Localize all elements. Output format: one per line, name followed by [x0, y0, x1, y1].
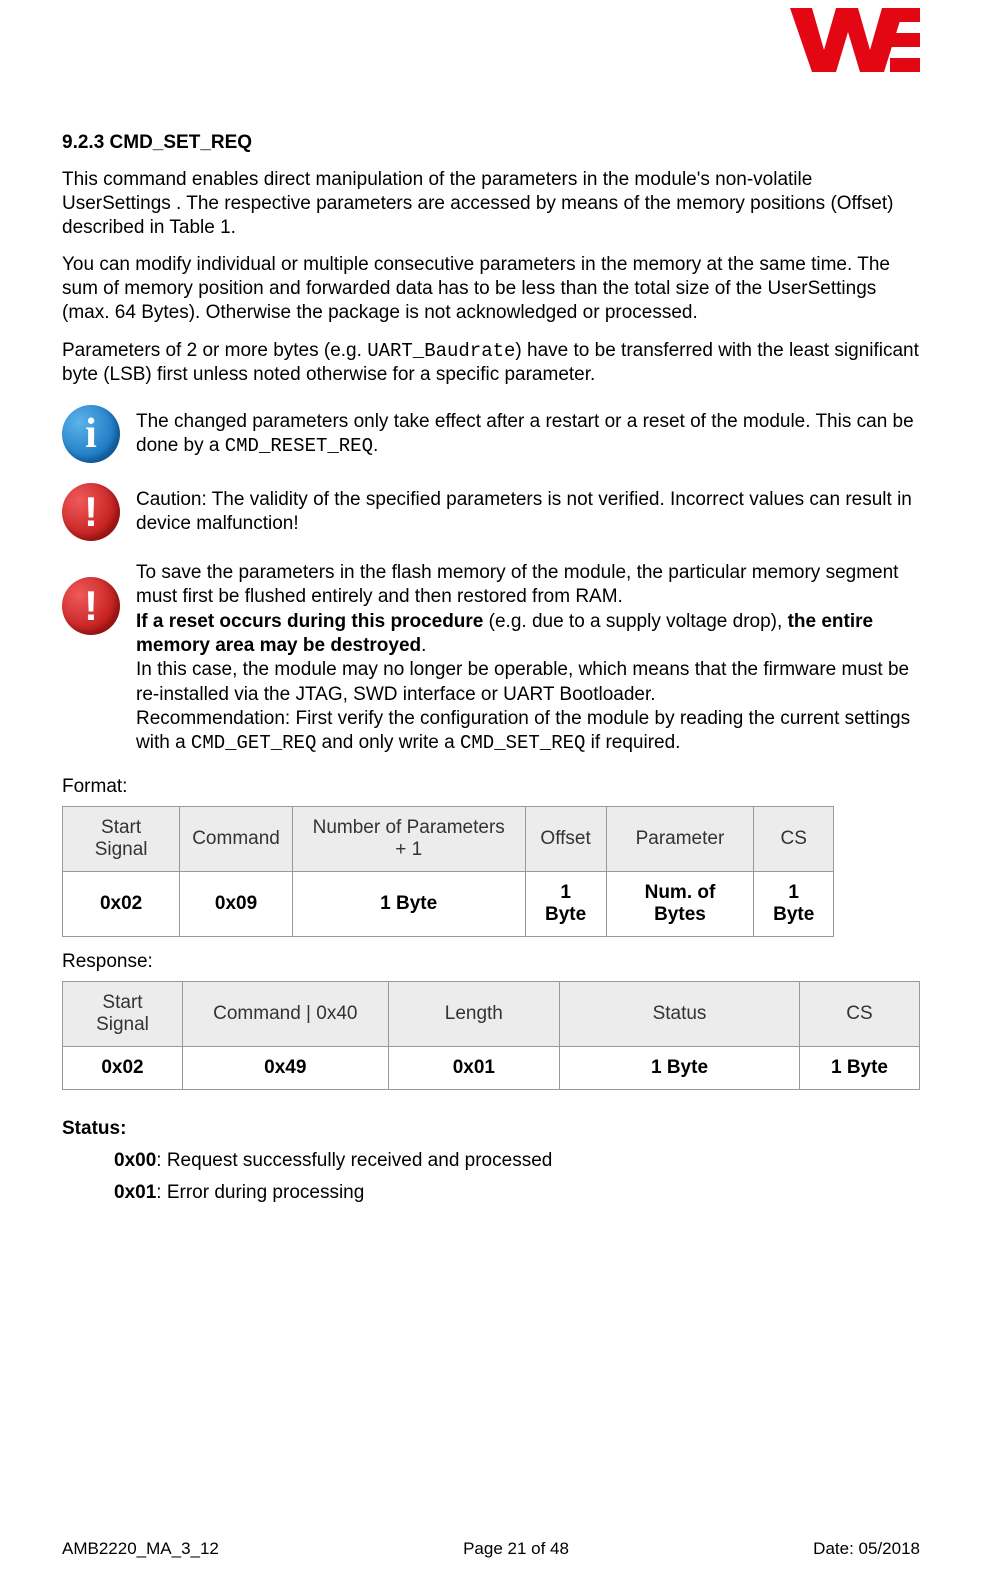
table-row: 0x02 0x09 1 Byte 1 Byte Num. of Bytes 1 … — [63, 871, 834, 936]
fmt-c5: 1 Byte — [754, 871, 834, 936]
note1-code: CMD_RESET_REQ — [225, 435, 373, 457]
footer-center: Page 21 of 48 — [463, 1539, 569, 1559]
status-code-1: 0x00 — [114, 1150, 156, 1171]
note1-tail: . — [373, 435, 378, 456]
fmt-h1: Command — [180, 806, 293, 871]
note3-code2: CMD_SET_REQ — [460, 732, 585, 754]
paragraph-3: Parameters of 2 or more bytes (e.g. UART… — [62, 339, 920, 388]
info-icon: i — [62, 405, 120, 463]
response-label: Response: — [62, 951, 920, 973]
note3-dot: . — [421, 635, 426, 656]
resp-h1: Command | 0x40 — [182, 981, 388, 1046]
table-header-row: Start Signal Command | 0x40 Length Statu… — [63, 981, 920, 1046]
resp-h2: Length — [388, 981, 559, 1046]
table-row: 0x02 0x49 0x01 1 Byte 1 Byte — [63, 1046, 920, 1089]
info-note: i The changed parameters only take effec… — [62, 405, 920, 463]
fmt-h3: Offset — [525, 806, 606, 871]
note3-code1: CMD_GET_REQ — [191, 732, 316, 754]
caution-note-1: ! Caution: The validity of the specified… — [62, 483, 920, 541]
status-text-1: : Request successfully received and proc… — [156, 1150, 552, 1171]
format-table: Start Signal Command Number of Parameter… — [62, 806, 834, 937]
fmt-c1: 0x09 — [180, 871, 293, 936]
status-heading: Status: — [62, 1118, 920, 1140]
status-block: Status: 0x00: Request successfully recei… — [62, 1118, 920, 1204]
section-heading: 9.2.3 CMD_SET_REQ — [62, 132, 920, 154]
para3-lead: Parameters of 2 or more bytes (e.g. — [62, 340, 367, 361]
caution-note-2-text: To save the parameters in the flash memo… — [136, 561, 920, 756]
resp-c1: 0x49 — [182, 1046, 388, 1089]
page-footer: AMB2220_MA_3_12 Page 21 of 48 Date: 05/2… — [62, 1539, 920, 1559]
resp-h0: Start Signal — [63, 981, 183, 1046]
warning-icon: ! — [62, 577, 120, 635]
resp-c0: 0x02 — [63, 1046, 183, 1089]
resp-c3: 1 Byte — [560, 1046, 800, 1089]
warning-icon: ! — [62, 483, 120, 541]
resp-h3: Status — [560, 981, 800, 1046]
fmt-h5: CS — [754, 806, 834, 871]
status-line-2: 0x01: Error during processing — [114, 1182, 920, 1204]
note3-bold1: If a reset occurs during this procedure — [136, 611, 483, 632]
paragraph-1: This command enables direct manipulation… — [62, 168, 920, 239]
format-label: Format: — [62, 776, 920, 798]
caution-note-1-text: Caution: The validity of the specified p… — [136, 488, 920, 537]
paragraph-2: You can modify individual or multiple co… — [62, 253, 920, 324]
fmt-h4: Parameter — [606, 806, 754, 871]
fmt-c3: 1 Byte — [525, 871, 606, 936]
fmt-h0: Start Signal — [63, 806, 180, 871]
status-code-2: 0x01 — [114, 1182, 156, 1203]
response-table: Start Signal Command | 0x40 Length Statu… — [62, 981, 920, 1090]
note3-rec-b: and only write a — [316, 732, 460, 753]
fmt-h2: Number of Parameters + 1 — [292, 806, 525, 871]
note3-mid: (e.g. due to a supply voltage drop), — [483, 611, 787, 632]
para3-code: UART_Baudrate — [367, 340, 515, 362]
note3-line1: To save the parameters in the flash memo… — [136, 562, 898, 607]
caution-note-2: ! To save the parameters in the flash me… — [62, 561, 920, 756]
fmt-c4: Num. of Bytes — [606, 871, 754, 936]
table-header-row: Start Signal Command Number of Parameter… — [63, 806, 834, 871]
footer-right: Date: 05/2018 — [813, 1539, 920, 1559]
resp-c2: 0x01 — [388, 1046, 559, 1089]
resp-c4: 1 Byte — [799, 1046, 919, 1089]
resp-h4: CS — [799, 981, 919, 1046]
status-text-2: : Error during processing — [156, 1182, 364, 1203]
fmt-c0: 0x02 — [63, 871, 180, 936]
note3-rec-c: if required. — [585, 732, 680, 753]
fmt-c2: 1 Byte — [292, 871, 525, 936]
status-line-1: 0x00: Request successfully received and … — [114, 1150, 920, 1172]
we-logo-icon — [790, 8, 920, 80]
info-note-text: The changed parameters only take effect … — [136, 410, 920, 459]
footer-left: AMB2220_MA_3_12 — [62, 1539, 219, 1559]
note3-line3: In this case, the module may no longer b… — [136, 659, 909, 704]
